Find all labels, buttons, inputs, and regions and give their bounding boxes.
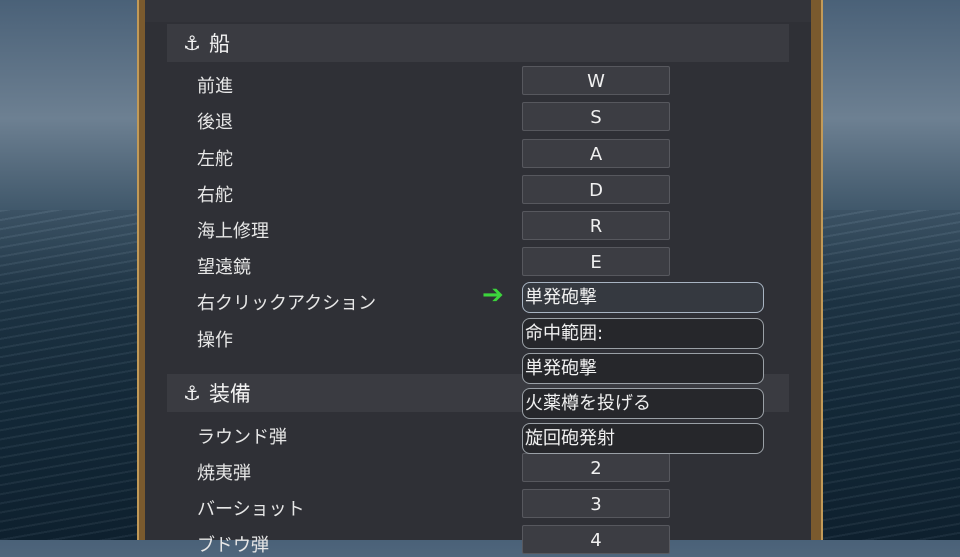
- keybind-bar-shot[interactable]: 3: [522, 489, 670, 518]
- row-label-grape-shot: ブドウ弾: [197, 535, 269, 556]
- row-label-telescope: 望遠鏡: [197, 257, 251, 278]
- right-click-action-dropdown[interactable]: 単発砲撃: [522, 282, 764, 313]
- anchor-icon: ⚓: [183, 381, 201, 405]
- arrow-right-icon: ➔: [482, 280, 504, 310]
- keybind-forward[interactable]: W: [522, 66, 670, 95]
- sea-background-left: [0, 0, 145, 540]
- row-label-port-rudder: 左舵: [197, 149, 233, 170]
- row-label-bar-shot: バーショット: [197, 499, 305, 520]
- row-label-sea-repair: 海上修理: [197, 221, 269, 242]
- section-title: 装備: [208, 382, 251, 406]
- panel-top-strip: [145, 0, 811, 22]
- keybind-panel: ⚓ 船 前進 W 後退 S 左舵 A 右舵 D 海上修理 R 望遠鏡 E 右クリ…: [145, 0, 811, 556]
- keybind-sea-repair[interactable]: R: [522, 211, 670, 240]
- sea-background-right: [815, 0, 960, 540]
- anchor-icon: ⚓: [183, 31, 201, 55]
- dropdown-option-swivel-gun[interactable]: 旋回砲発射: [522, 423, 764, 454]
- row-label-round-shot: ラウンド弾: [197, 427, 287, 448]
- section-header-ship: ⚓ 船: [167, 24, 789, 62]
- dropdown-option-single-shot[interactable]: 単発砲撃: [522, 353, 764, 384]
- section-title: 船: [208, 32, 230, 56]
- row-label-forward: 前進: [197, 76, 233, 97]
- row-label-starboard-rudder: 右舵: [197, 185, 233, 206]
- keybind-port-rudder[interactable]: A: [522, 139, 670, 168]
- keybind-starboard-rudder[interactable]: D: [522, 175, 670, 204]
- dropdown-option-throw-powder-keg[interactable]: 火薬樽を投げる: [522, 388, 764, 419]
- row-label-incendiary-shot: 焼夷弾: [197, 463, 251, 484]
- keybind-reverse[interactable]: S: [522, 102, 670, 131]
- dropdown-option-hit-range[interactable]: 命中範囲:: [522, 318, 764, 349]
- row-label-controls: 操作: [197, 330, 233, 351]
- row-label-right-click-action: 右クリックアクション: [197, 293, 377, 314]
- keybind-telescope[interactable]: E: [522, 247, 670, 276]
- keybind-incendiary-shot[interactable]: 2: [522, 453, 670, 482]
- row-label-reverse: 後退: [197, 112, 233, 133]
